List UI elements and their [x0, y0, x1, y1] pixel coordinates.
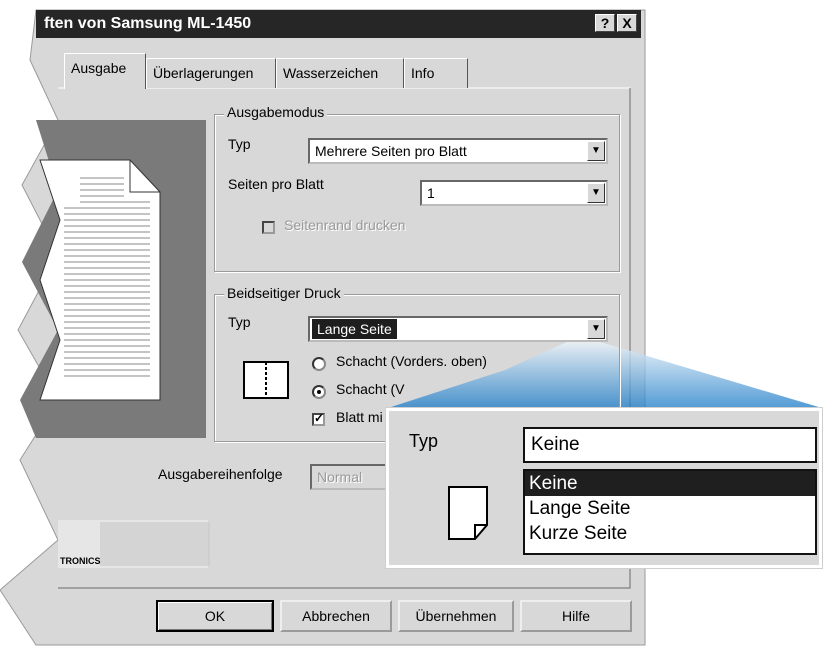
list-item-kurze-seite[interactable]: Kurze Seite — [525, 521, 815, 546]
zoom-typ-field[interactable]: Keine — [523, 427, 817, 463]
typ-select-value: Mehrere Seiten pro Blatt — [315, 143, 467, 159]
list-item-lange-seite[interactable]: Lange Seite — [525, 496, 815, 521]
radio-schacht-oben-label: Schacht (Vorders. oben) — [336, 353, 487, 369]
tab-ueberlagerungen[interactable]: Überlagerungen — [146, 58, 276, 88]
help-title-button[interactable]: ? — [595, 14, 615, 32]
chevron-down-icon[interactable]: ▼ — [587, 141, 605, 161]
tab-ausgabe[interactable]: Ausgabe — [64, 53, 146, 89]
zoom-callout: Typ Keine Keine Lange Seite Kurze Seite — [386, 408, 822, 568]
ausgabereihenfolge-select: Normal — [310, 464, 392, 490]
chevron-down-icon[interactable]: ▼ — [587, 183, 605, 203]
seitenrand-checkbox — [262, 221, 275, 234]
radio-schacht-unten-label: Schacht (V — [336, 381, 405, 397]
tab-info[interactable]: Info — [404, 58, 468, 88]
seiten-select-value: 1 — [427, 185, 435, 201]
cancel-button[interactable]: Abbrechen — [280, 600, 392, 632]
seiten-select[interactable]: 1 ▼ — [420, 180, 608, 206]
zoom-typ-label: Typ — [409, 431, 439, 451]
ausgabereihenfolge-label: Ausgabereihenfolge — [158, 466, 283, 482]
list-item-keine[interactable]: Keine — [525, 471, 815, 496]
duplex-typ-value: Lange Seite — [312, 319, 397, 339]
typ-label: Typ — [228, 136, 251, 152]
ok-button[interactable]: OK — [156, 600, 274, 632]
chevron-down-icon[interactable]: ▼ — [587, 319, 605, 339]
radio-schacht-unten[interactable] — [312, 385, 326, 399]
seitenrand-label: Seitenrand drucken — [284, 217, 406, 233]
apply-button[interactable]: Übernehmen — [398, 600, 514, 632]
zoom-typ-listbox[interactable]: Keine Lange Seite Kurze Seite — [523, 469, 817, 555]
blatt-label: Blatt mi — [336, 409, 383, 425]
duplex-legend: Beidseitiger Druck — [224, 285, 344, 301]
window-title: ften von Samsung ML-1450 — [36, 10, 641, 38]
seiten-label: Seiten pro Blatt — [228, 176, 324, 192]
ausgabemodus-legend: Ausgabemodus — [224, 104, 328, 120]
duplex-typ-label: Typ — [228, 314, 251, 330]
blatt-checkbox[interactable]: ✓ — [312, 411, 325, 426]
duplex-typ-select[interactable]: Lange Seite ▼ — [308, 316, 608, 342]
help-button[interactable]: Hilfe — [520, 600, 632, 632]
logo-text: TRONICS — [60, 556, 101, 566]
radio-schacht-oben[interactable] — [312, 357, 326, 371]
typ-select[interactable]: Mehrere Seiten pro Blatt ▼ — [308, 138, 608, 164]
close-title-button[interactable]: X — [617, 14, 637, 32]
tab-wasserzeichen[interactable]: Wasserzeichen — [276, 58, 404, 88]
page-icon — [448, 486, 488, 540]
